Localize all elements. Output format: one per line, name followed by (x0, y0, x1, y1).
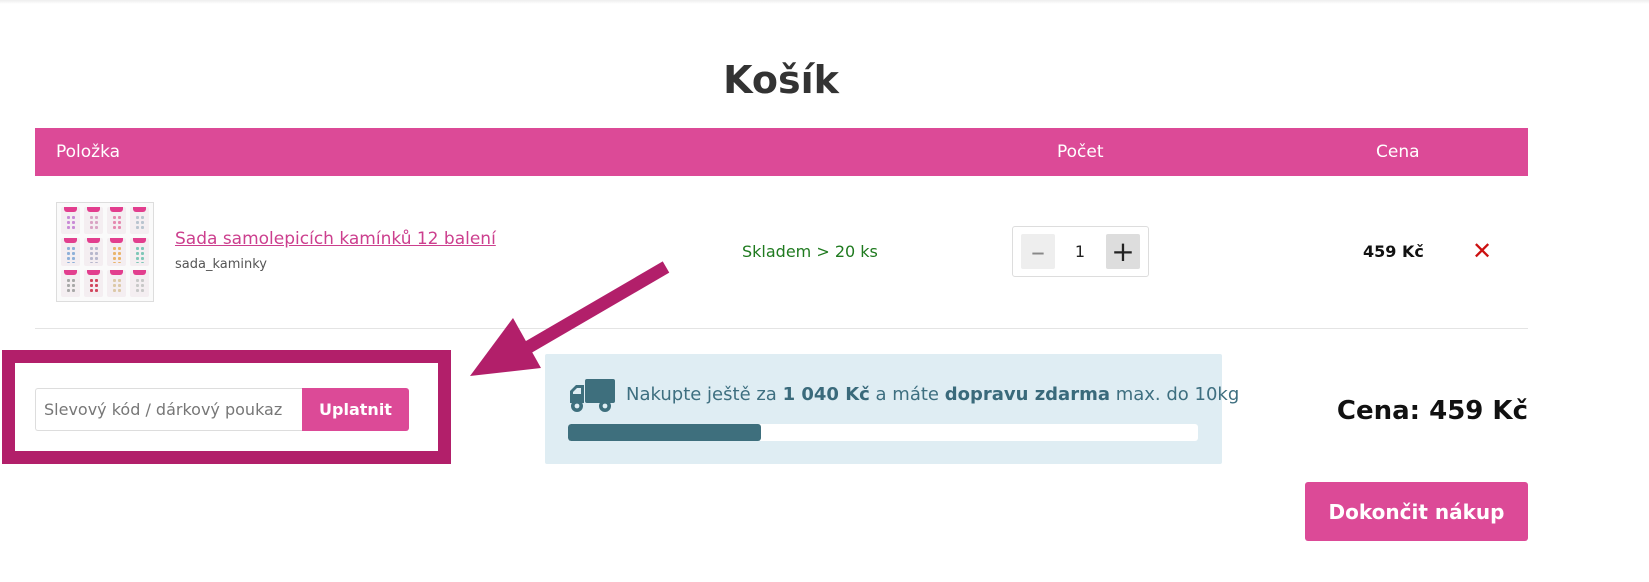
close-icon[interactable]: ✕ (1472, 239, 1492, 263)
page-title: Košík (723, 58, 839, 102)
header-item: Položka (56, 142, 121, 162)
shipping-message: Nakupte ještě za 1 040 Kč a máte dopravu… (626, 384, 1240, 405)
cart-total: Cena: 459 Kč (1336, 396, 1528, 426)
coupon-code-input[interactable] (35, 388, 302, 431)
quantity-increase-button[interactable]: + (1106, 234, 1140, 269)
free-shipping-banner: Nakupte ještě za 1 040 Kč a máte dopravu… (545, 354, 1239, 464)
quantity-decrease-button[interactable]: – (1021, 234, 1055, 269)
stock-status: Skladem > 20 ks (742, 242, 878, 261)
checkout-button[interactable]: Dokončit nákup (1305, 482, 1528, 541)
apply-coupon-button[interactable]: Uplatnit (302, 388, 409, 431)
product-thumbnail[interactable] (56, 202, 154, 302)
cart-table-header: Položka Počet Cena (35, 128, 1528, 176)
quantity-stepper: – 1 + (1012, 226, 1149, 277)
line-item-price: 459 Kč (1363, 242, 1424, 261)
quantity-value[interactable]: 1 (1063, 242, 1097, 261)
truck-icon (570, 379, 615, 412)
shipping-progress-fill (568, 424, 761, 441)
free-shipping-label: dopravu zdarma (944, 384, 1110, 405)
shipping-progress-bar (568, 424, 1198, 441)
product-name-link[interactable]: Sada samolepicích kamínků 12 balení (175, 229, 496, 249)
header-quantity: Počet (1057, 142, 1104, 162)
header-shadow (0, 0, 1649, 4)
cart-item-row: Sada samolepicích kamínků 12 balení sada… (35, 176, 1528, 329)
product-code: sada_kaminky (175, 257, 267, 272)
remaining-amount: 1 040 Kč (782, 384, 870, 405)
header-price: Cena (1376, 142, 1420, 162)
